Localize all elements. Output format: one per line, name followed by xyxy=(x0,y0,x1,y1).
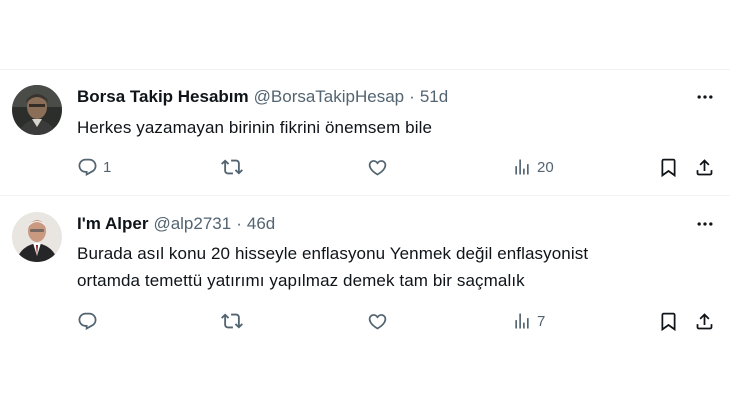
heart-icon xyxy=(367,311,388,332)
display-name[interactable]: Borsa Takip Hesabım xyxy=(77,86,249,108)
bookmark-icon xyxy=(658,311,679,332)
views-button[interactable]: 7 xyxy=(512,308,545,334)
tweet-header: Borsa Takip Hesabım @BorsaTakipHesap · 5… xyxy=(77,86,448,108)
retweet-icon xyxy=(221,310,243,332)
share-icon xyxy=(694,157,715,178)
bookmark-icon xyxy=(658,157,679,178)
more-options-button[interactable] xyxy=(694,213,716,235)
timeline: Borsa Takip Hesabım @BorsaTakipHesap · 5… xyxy=(0,0,730,420)
reply-icon xyxy=(77,311,98,332)
retweet-icon xyxy=(221,156,243,178)
views-button[interactable]: 20 xyxy=(512,154,554,180)
more-options-button[interactable] xyxy=(694,86,716,108)
share-icon xyxy=(694,311,715,332)
separator-dot: · xyxy=(409,87,415,106)
tweet-text-line: Burada asıl konu 20 hisseyle enflasyonu … xyxy=(77,244,589,263)
heart-icon xyxy=(367,157,388,178)
views-count: 7 xyxy=(537,312,546,330)
separator-dot: · xyxy=(236,214,242,233)
tweet-actions: 7 xyxy=(0,308,730,334)
like-button[interactable] xyxy=(367,154,388,180)
reply-button[interactable]: 1 xyxy=(77,154,111,180)
tweet-text-line: ortamda temettü yatırımı yapılmaz demek … xyxy=(77,271,525,290)
like-button[interactable] xyxy=(367,308,388,334)
views-count: 20 xyxy=(537,158,554,176)
user-handle[interactable]: @alp2731 xyxy=(153,213,231,235)
tweet-actions: 1 20 xyxy=(0,154,730,180)
tweet-text-line: Herkes yazamayan birinin fikrini önemsem… xyxy=(77,118,433,137)
bookmark-button[interactable] xyxy=(658,154,679,180)
views-icon xyxy=(512,311,532,331)
avatar[interactable] xyxy=(12,212,62,262)
reply-icon xyxy=(77,157,98,178)
user-handle[interactable]: @BorsaTakipHesap xyxy=(254,86,405,108)
retweet-button[interactable] xyxy=(221,154,243,180)
reply-button[interactable] xyxy=(77,308,98,334)
reply-count: 1 xyxy=(103,158,112,176)
more-horizontal-icon xyxy=(695,87,715,107)
timestamp[interactable]: 46d xyxy=(247,213,275,235)
share-button[interactable] xyxy=(694,154,715,180)
tweet-text: Burada asıl konu 20 hisseyle enflasyonu … xyxy=(77,240,717,294)
tweet-text: Herkes yazamayan birinin fikrini önemsem… xyxy=(77,114,717,141)
views-icon xyxy=(512,157,532,177)
tweet-header: I'm Alper @alp2731 · 46d xyxy=(77,213,275,235)
display-name[interactable]: I'm Alper xyxy=(77,213,148,235)
tweet[interactable]: I'm Alper @alp2731 · 46d Burada asıl kon… xyxy=(0,196,730,346)
retweet-button[interactable] xyxy=(221,308,243,334)
share-button[interactable] xyxy=(694,308,715,334)
tweet[interactable]: Borsa Takip Hesabım @BorsaTakipHesap · 5… xyxy=(0,70,730,195)
avatar[interactable] xyxy=(12,85,62,135)
timestamp[interactable]: 51d xyxy=(420,86,448,108)
more-horizontal-icon xyxy=(695,214,715,234)
bookmark-button[interactable] xyxy=(658,308,679,334)
